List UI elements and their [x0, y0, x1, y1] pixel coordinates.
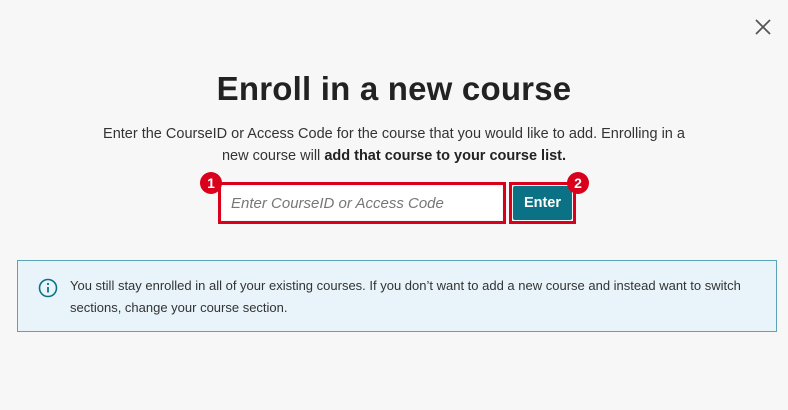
enter-button[interactable]: Enter: [513, 186, 572, 220]
close-icon: [755, 19, 771, 35]
close-button[interactable]: [752, 16, 774, 38]
callout-badge-1: 1: [200, 172, 222, 194]
callout-badge-2: 2: [567, 172, 589, 194]
course-id-input[interactable]: [222, 186, 502, 220]
info-text: You still stay enrolled in all of your e…: [70, 278, 741, 315]
dialog-description: Enter the CourseID or Access Code for th…: [100, 123, 688, 167]
info-circle-icon: [38, 278, 58, 298]
info-banner: You still stay enrolled in all of your e…: [17, 260, 777, 332]
dialog-title: Enroll in a new course: [216, 70, 572, 107]
description-bold-text: add that course to your course list.: [324, 148, 567, 164]
